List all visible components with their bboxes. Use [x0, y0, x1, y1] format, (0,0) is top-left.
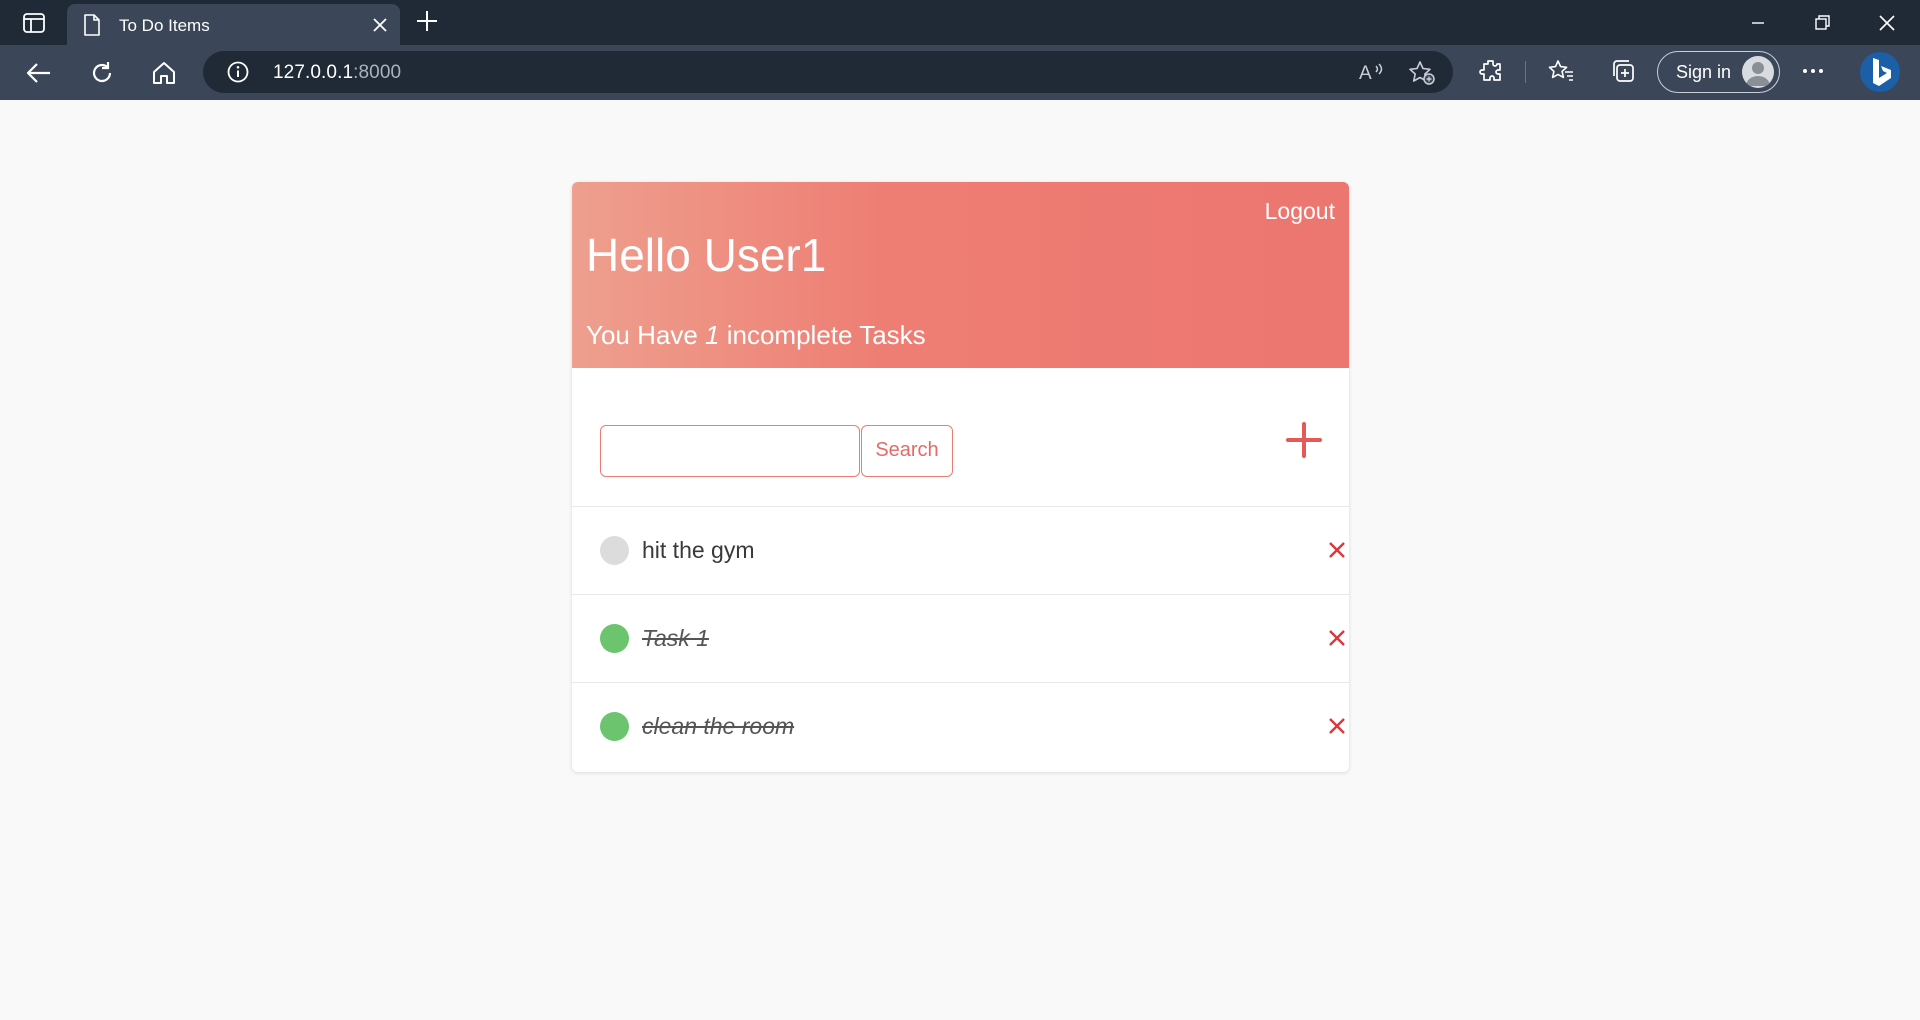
- task-item[interactable]: hit the gym: [572, 507, 1349, 595]
- search-button[interactable]: Search: [861, 425, 953, 477]
- tab-title: To Do Items: [119, 16, 210, 35]
- bing-copilot-icon[interactable]: [1858, 50, 1902, 94]
- task-status-complete-icon[interactable]: [600, 624, 629, 653]
- collections-icon[interactable]: [1610, 58, 1636, 89]
- close-x-icon[interactable]: [1327, 716, 1347, 741]
- sign-in-button[interactable]: Sign in: [1657, 51, 1780, 93]
- task-status-incomplete-icon[interactable]: [600, 536, 629, 565]
- plus-icon[interactable]: [1284, 420, 1324, 460]
- browser-tab-active[interactable]: To Do Items: [67, 4, 400, 45]
- extensions-icon[interactable]: [1478, 58, 1504, 89]
- close-window-icon[interactable]: [1875, 12, 1899, 34]
- restore-icon[interactable]: [1810, 12, 1834, 34]
- url-host: 127.0.0.1: [273, 62, 354, 83]
- card-header: Logout Hello User1 You Have 1 incomplete…: [572, 182, 1349, 368]
- close-x-icon[interactable]: [1327, 628, 1347, 653]
- close-tab-icon[interactable]: [372, 17, 388, 38]
- browser-tab-strip: To Do Items: [0, 0, 1920, 45]
- profile-avatar-icon: [1742, 56, 1774, 88]
- refresh-icon[interactable]: [86, 57, 118, 89]
- task-title[interactable]: Task 1: [642, 625, 709, 652]
- read-aloud-icon[interactable]: A: [1358, 60, 1384, 89]
- search-row: Search: [572, 368, 1349, 507]
- task-item[interactable]: Task 1: [572, 595, 1349, 683]
- svg-text:A: A: [1359, 63, 1372, 84]
- incomplete-count: 1: [705, 320, 720, 350]
- greeting-heading: Hello User1: [586, 229, 827, 281]
- task-title[interactable]: hit the gym: [642, 537, 755, 564]
- document-icon: [83, 14, 101, 41]
- incomplete-tasks-summary: You Have 1 incomplete Tasks: [586, 320, 926, 351]
- site-info-icon[interactable]: [227, 61, 249, 88]
- url-port: :8000: [353, 62, 402, 83]
- summary-prefix: You Have: [586, 320, 706, 350]
- sign-in-label: Sign in: [1676, 62, 1732, 82]
- task-title[interactable]: clean the room: [642, 713, 794, 740]
- sidebar-toggle-icon[interactable]: [18, 11, 50, 35]
- search-input[interactable]: [600, 425, 860, 477]
- task-list: hit the gym Task 1 clean the room: [572, 507, 1349, 771]
- minimize-icon[interactable]: [1746, 12, 1770, 34]
- summary-suffix: incomplete Tasks: [719, 320, 926, 350]
- back-arrow-icon[interactable]: [23, 57, 55, 89]
- more-options-icon[interactable]: [1800, 58, 1826, 89]
- task-item[interactable]: clean the room: [572, 683, 1349, 771]
- add-favorite-icon[interactable]: [1408, 60, 1436, 91]
- favorites-icon[interactable]: [1548, 58, 1574, 89]
- new-tab-icon[interactable]: [416, 10, 438, 37]
- close-x-icon[interactable]: [1327, 540, 1347, 565]
- todo-card: Logout Hello User1 You Have 1 incomplete…: [572, 182, 1349, 772]
- address-bar[interactable]: 127.0.0.1:8000 A: [203, 51, 1453, 93]
- task-status-complete-icon[interactable]: [600, 712, 629, 741]
- toolbar-divider: [1525, 61, 1526, 83]
- url-text: 127.0.0.1:8000: [273, 62, 401, 84]
- home-icon[interactable]: [148, 57, 180, 89]
- logout-link[interactable]: Logout: [1265, 198, 1335, 225]
